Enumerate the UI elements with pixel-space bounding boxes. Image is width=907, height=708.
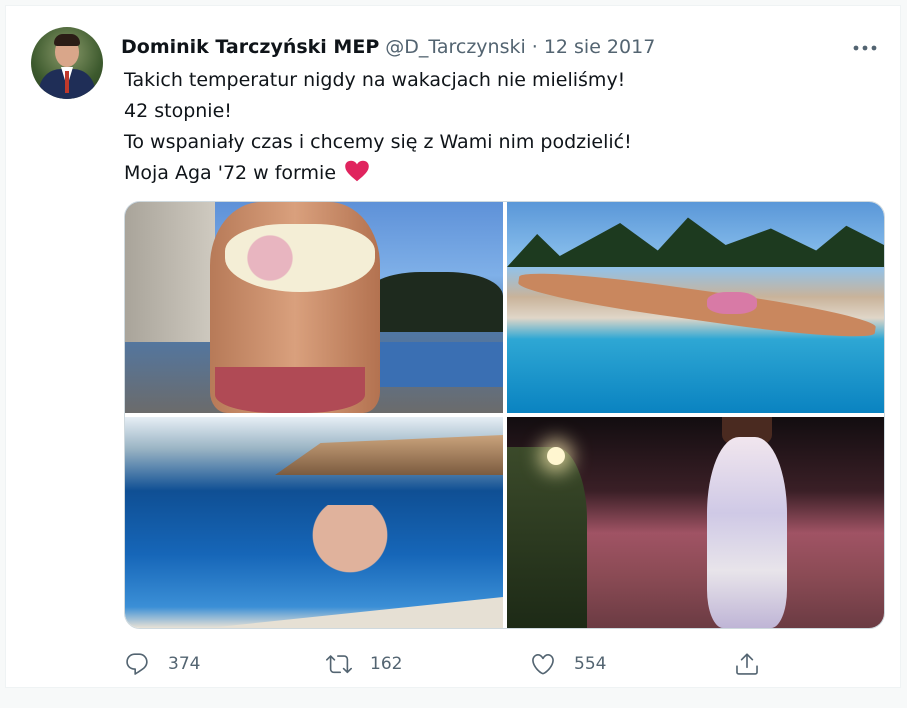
tweet-card[interactable]: Dominik Tarczyński MEP @D_Tarczynski · 1… [5,5,901,688]
more-icon[interactable] [852,36,878,56]
tweet-text: Takich temperatur nigdy na wakacjach nie… [124,65,844,189]
tweet-line: 42 stopnie! [124,100,232,122]
share-button[interactable] [734,651,760,677]
tweet-line: Takich temperatur nigdy na wakacjach nie… [124,69,626,91]
share-icon [736,653,758,675]
retweet-icon [326,655,352,674]
photo-trees [365,272,503,332]
photo-building [125,202,215,342]
media-grid [124,201,885,629]
photo-trees [507,217,884,267]
retweet-button[interactable]: 162 [326,651,402,677]
avatar-hair [54,34,80,46]
photo-3[interactable] [125,417,503,628]
action-bar: 374 162 554 [124,647,864,681]
photo-figure [516,265,878,345]
tweet-line-last: Moja Aga '72 w formie [124,158,844,189]
photo-dress [707,437,787,628]
heart-emoji [345,160,369,182]
photo-1[interactable] [125,202,503,413]
photo-lamp [547,447,565,465]
avatar[interactable] [31,27,103,99]
photo-pergola [275,435,503,475]
tweet-line: Moja Aga '72 w formie [124,162,337,184]
like-count: 554 [574,654,607,674]
photo-2[interactable] [507,202,884,413]
photo-bikini-bottom [215,367,365,413]
like-icon [532,653,554,675]
reply-count: 374 [168,654,201,674]
tweet-date[interactable]: 12 sie 2017 [544,36,655,58]
author-name[interactable]: Dominik Tarczyński MEP [121,36,379,58]
author-handle[interactable]: @D_Tarczynski [385,36,526,58]
reply-icon [126,653,148,675]
avatar-tie [65,71,69,93]
retweet-count: 162 [370,654,403,674]
photo-4[interactable] [507,417,884,628]
photo-figure [290,505,410,605]
tweet-header: Dominik Tarczyński MEP @D_Tarczynski · 1… [121,32,880,62]
separator-dot: · [531,36,538,58]
like-button[interactable]: 554 [530,651,606,677]
photo-plants [507,447,587,628]
tweet-line: To wspaniały czas i chcemy się z Wami ni… [124,131,632,153]
reply-button[interactable]: 374 [124,651,200,677]
photo-bikini-top [225,224,375,292]
photo-bikini [707,292,757,314]
